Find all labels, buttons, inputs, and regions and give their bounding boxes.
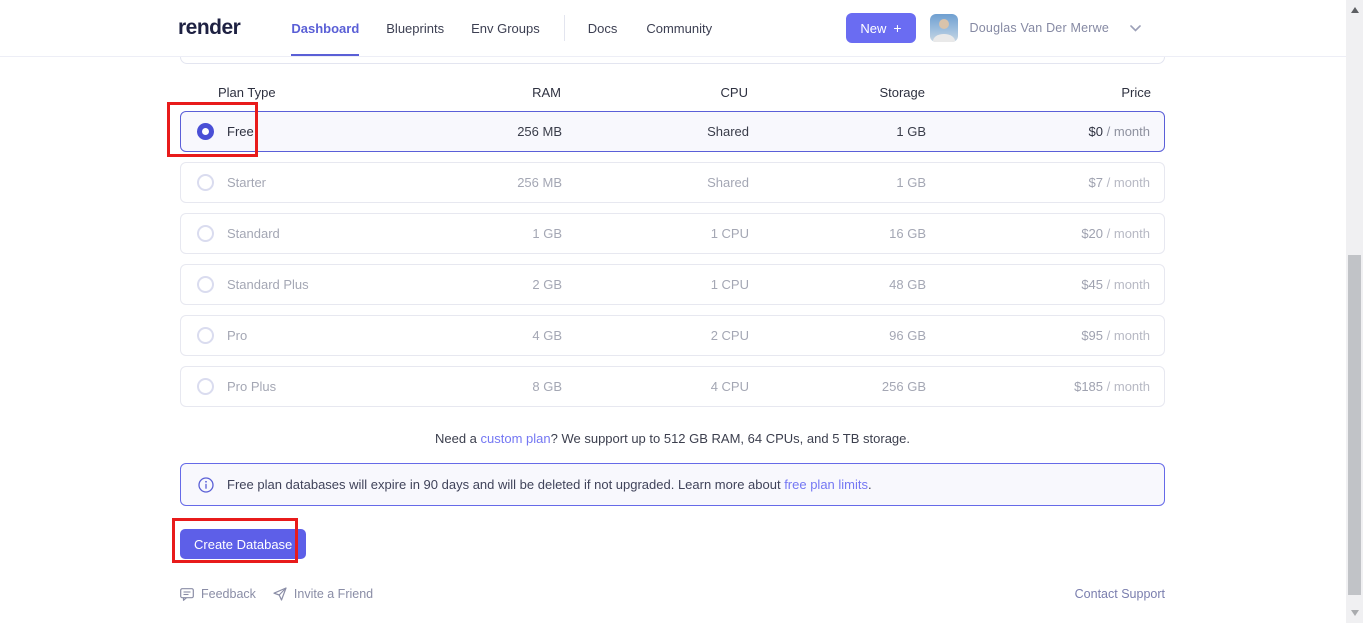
- tab-blueprints[interactable]: Blueprints: [386, 0, 444, 56]
- ram-value: 2 GB: [381, 277, 562, 292]
- feedback-icon: [180, 588, 194, 601]
- free-plan-banner: Free plan databases will expire in 90 da…: [180, 463, 1165, 506]
- storage-value: 16 GB: [749, 226, 926, 241]
- price-value: $7: [1089, 175, 1103, 190]
- scroll-up-arrow[interactable]: [1346, 2, 1363, 18]
- nav-right-group: New + Douglas Van Der Merwe: [846, 13, 1141, 43]
- radio-standard[interactable]: [197, 225, 214, 242]
- ram-value: 4 GB: [381, 328, 562, 343]
- cpu-value: 1 CPU: [562, 277, 749, 292]
- radio-standard-plus[interactable]: [197, 276, 214, 293]
- new-button-label: New: [860, 21, 886, 36]
- feedback-label: Feedback: [201, 587, 256, 601]
- table-row-pro[interactable]: Pro 4 GB 2 CPU 96 GB $95 / month: [180, 315, 1165, 356]
- plus-icon: +: [893, 20, 901, 36]
- plan-table-header: Plan Type RAM CPU Storage Price: [180, 84, 1165, 101]
- radio-pro[interactable]: [197, 327, 214, 344]
- storage-value: 96 GB: [749, 328, 926, 343]
- price-period: / month: [1107, 175, 1150, 190]
- cpu-value: 2 CPU: [562, 328, 749, 343]
- header-ram: RAM: [380, 85, 561, 100]
- plan-name: Standard: [227, 226, 280, 241]
- tab-dashboard[interactable]: Dashboard: [291, 0, 359, 56]
- render-logo[interactable]: render: [178, 16, 240, 40]
- chevron-down-icon[interactable]: [1130, 25, 1141, 32]
- nav-links: Docs Community: [588, 21, 712, 36]
- annotation-box-free-plan: [167, 102, 258, 157]
- cpu-value: Shared: [562, 124, 749, 139]
- price-period: / month: [1107, 226, 1150, 241]
- user-avatar[interactable]: [930, 14, 958, 42]
- plan-name: Pro Plus: [227, 379, 276, 394]
- table-row-standard-plus[interactable]: Standard Plus 2 GB 1 CPU 48 GB $45 / mon…: [180, 264, 1165, 305]
- price-value: $95: [1081, 328, 1103, 343]
- main-content: Plan Type RAM CPU Storage Price Free 256…: [180, 57, 1165, 601]
- invite-a-friend-button[interactable]: Invite a Friend: [273, 587, 373, 601]
- banner-pre: Free plan databases will expire in 90 da…: [227, 477, 784, 492]
- scrolled-card-bottom: [180, 57, 1165, 64]
- custom-plan-pre: Need a: [435, 431, 481, 446]
- table-row-standard[interactable]: Standard 1 GB 1 CPU 16 GB $20 / month: [180, 213, 1165, 254]
- scrollbar-thumb[interactable]: [1348, 255, 1361, 595]
- cpu-value: 1 CPU: [562, 226, 749, 241]
- price-period: / month: [1107, 328, 1150, 343]
- banner-post: .: [868, 477, 872, 492]
- vertical-scrollbar[interactable]: [1346, 0, 1363, 623]
- storage-value: 48 GB: [749, 277, 926, 292]
- table-row-starter[interactable]: Starter 256 MB Shared 1 GB $7 / month: [180, 162, 1165, 203]
- annotation-box-create-database: [172, 518, 298, 563]
- price-period: / month: [1107, 379, 1150, 394]
- price-value: $185: [1074, 379, 1103, 394]
- ram-value: 256 MB: [381, 124, 562, 139]
- top-nav: render Dashboard Blueprints Env Groups D…: [0, 0, 1346, 57]
- nav-tabs: Dashboard Blueprints Env Groups: [291, 0, 539, 56]
- scroll-down-arrow[interactable]: [1346, 605, 1363, 621]
- plan-name: Pro: [227, 328, 247, 343]
- storage-value: 256 GB: [749, 379, 926, 394]
- plan-name: Starter: [227, 175, 266, 190]
- cpu-value: Shared: [562, 175, 749, 190]
- storage-value: 1 GB: [749, 124, 926, 139]
- table-row-pro-plus[interactable]: Pro Plus 8 GB 4 CPU 256 GB $185 / month: [180, 366, 1165, 407]
- radio-pro-plus[interactable]: [197, 378, 214, 395]
- feedback-button[interactable]: Feedback: [180, 587, 256, 601]
- ram-value: 1 GB: [381, 226, 562, 241]
- contact-support-link[interactable]: Contact Support: [1075, 587, 1165, 601]
- plan-name: Standard Plus: [227, 277, 309, 292]
- header-storage: Storage: [748, 85, 925, 100]
- nav-link-community[interactable]: Community: [646, 21, 712, 36]
- price-value: $45: [1081, 277, 1103, 292]
- nav-link-docs[interactable]: Docs: [588, 21, 618, 36]
- user-name[interactable]: Douglas Van Der Merwe: [970, 21, 1109, 35]
- ram-value: 256 MB: [381, 175, 562, 190]
- price-period: / month: [1107, 124, 1150, 139]
- storage-value: 1 GB: [749, 175, 926, 190]
- custom-plan-link[interactable]: custom plan: [481, 431, 551, 446]
- banner-text: Free plan databases will expire in 90 da…: [227, 477, 872, 492]
- cpu-value: 4 CPU: [562, 379, 749, 394]
- custom-plan-post: ? We support up to 512 GB RAM, 64 CPUs, …: [551, 431, 910, 446]
- nav-divider: [564, 15, 565, 41]
- table-row-free[interactable]: Free 256 MB Shared 1 GB $0 / month: [180, 111, 1165, 152]
- header-cpu: CPU: [561, 85, 748, 100]
- ram-value: 8 GB: [381, 379, 562, 394]
- info-icon: [198, 477, 214, 493]
- custom-plan-note: Need a custom plan? We support up to 512…: [180, 431, 1165, 446]
- header-plan-type: Plan Type: [180, 85, 380, 100]
- price-value: $20: [1081, 226, 1103, 241]
- tab-env-groups[interactable]: Env Groups: [471, 0, 540, 56]
- price-period: / month: [1107, 277, 1150, 292]
- radio-starter[interactable]: [197, 174, 214, 191]
- header-price: Price: [925, 85, 1165, 100]
- paper-plane-icon: [273, 587, 287, 601]
- price-value: $0: [1089, 124, 1103, 139]
- new-button[interactable]: New +: [846, 13, 915, 43]
- invite-label: Invite a Friend: [294, 587, 373, 601]
- page-footer: Feedback Invite a Friend Contact Support: [180, 587, 1165, 601]
- free-plan-limits-link[interactable]: free plan limits: [784, 477, 868, 492]
